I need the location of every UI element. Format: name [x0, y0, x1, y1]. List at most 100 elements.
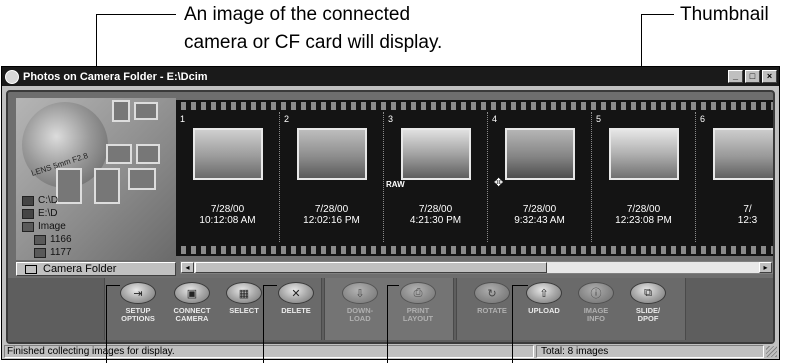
frame-time: 9:32:43 AM — [514, 215, 565, 226]
scroll-thumb[interactable] — [195, 262, 547, 273]
app-icon[interactable] — [5, 69, 19, 84]
move-cursor-icon: ✥ — [494, 177, 504, 189]
frame-number: 3 — [388, 114, 394, 124]
info-icon: ⓘ — [578, 282, 614, 304]
callout-camera-image-line1: An image of the connected — [184, 4, 411, 25]
printer-icon: ⎙ — [400, 282, 436, 304]
camera-folder-label: Camera Folder — [43, 263, 117, 275]
print-layout-button[interactable]: ⎙ PRINT LAYOUT — [392, 282, 444, 338]
camera-thumb-7 — [128, 168, 156, 190]
tree-item[interactable]: C:\D — [22, 194, 72, 207]
tree-item[interactable]: 1166 — [22, 233, 72, 246]
close-button[interactable]: × — [762, 70, 777, 83]
slide-dpof-button[interactable]: ⧉ SLIDE/ DPOF — [622, 282, 674, 338]
image-info-label: IMAGE INFO — [583, 306, 609, 323]
download-button[interactable]: ⇩ DOWN- LOAD — [334, 282, 386, 338]
filmstrip-scrollbar[interactable]: ◂ ▸ — [180, 261, 773, 274]
tree-item-label: C:\D — [38, 195, 58, 206]
image-info-button[interactable]: ⓘ IMAGE INFO — [570, 282, 622, 338]
tree-item[interactable]: Image — [22, 220, 72, 233]
maximize-button[interactable]: □ — [745, 70, 760, 83]
pointer-line-upload-h — [512, 285, 528, 286]
scroll-left-arrow[interactable]: ◂ — [181, 262, 194, 273]
drive-icon — [22, 208, 34, 219]
folder-icon — [22, 221, 34, 232]
window-title: Photos on Camera Folder - E:\Dcim — [23, 70, 208, 83]
frame-date: 7/28/00 — [210, 204, 245, 215]
slide-dpof-label: SLIDE/ DPOF — [635, 306, 661, 323]
thumbnail-image[interactable] — [401, 128, 471, 180]
minimize-button[interactable]: _ — [728, 70, 743, 83]
status-bar: Finished collecting images for display. … — [2, 344, 779, 359]
action-toolbar: ⇥ SETUP OPTIONS ▣ CONNECT CAMERA ▦ SELEC… — [8, 278, 773, 342]
camera-folder-button[interactable]: Camera Folder — [16, 262, 176, 276]
thumbnail-frame[interactable]: 2 7/28/00 12:02:16 PM — [280, 112, 384, 242]
camera-thumb-3 — [106, 144, 132, 164]
rotate-button[interactable]: ↻ ROTATE — [466, 282, 518, 338]
callout-camera-image-line2: camera or CF card will display. — [184, 32, 443, 53]
tree-item[interactable]: E:\D — [22, 207, 72, 220]
pointer-line-delete — [263, 285, 264, 363]
tree-item-label: 1166 — [50, 234, 72, 245]
thumbnail-image[interactable] — [297, 128, 367, 180]
connect-camera-button[interactable]: ▣ CONNECT CAMERA — [166, 282, 218, 338]
callout-line-camera-h — [96, 14, 176, 15]
delete-label: DELETE — [281, 306, 311, 315]
raw-badge: RAW — [386, 180, 405, 189]
thumbnail-image[interactable] — [713, 128, 773, 180]
status-message: Finished collecting images for display. — [4, 345, 534, 358]
setup-icon: ⇥ — [120, 282, 156, 304]
rotate-icon: ↻ — [474, 282, 510, 304]
folder-icon — [34, 234, 46, 245]
folder-icon — [25, 264, 37, 274]
thumbnail-image[interactable] — [609, 128, 679, 180]
frame-date: 7/28/00 — [626, 204, 661, 215]
connect-camera-label: CONNECT CAMERA — [173, 306, 211, 323]
callout-line-thumbnail-h — [641, 14, 674, 15]
tree-item[interactable]: 1177 — [22, 246, 72, 259]
delete-button[interactable]: ✕ DELETE — [270, 282, 322, 338]
scroll-right-arrow[interactable]: ▸ — [759, 262, 772, 273]
frame-date: 7/ — [743, 204, 752, 215]
camera-thumb-2 — [134, 102, 158, 120]
thumbnail-frame[interactable]: 4 ✥ 7/28/00 9:32:43 AM — [488, 112, 592, 242]
upload-button[interactable]: ⇧ UPLOAD — [518, 282, 570, 338]
image-count: Total: 8 images — [536, 345, 764, 358]
thumbnail-frame[interactable]: 3 RAW 7/28/00 4:21:30 PM — [384, 112, 488, 242]
frame-date: 7/28/00 — [418, 204, 453, 215]
camera-icon: ▣ — [174, 282, 210, 304]
frame-time: 12:23:08 PM — [615, 215, 672, 226]
setup-options-button[interactable]: ⇥ SETUP OPTIONS — [112, 282, 164, 338]
callout-thumbnail: Thumbnail — [680, 4, 769, 25]
frame-time: 4:21:30 PM — [409, 215, 462, 226]
pointer-line-setup — [106, 285, 107, 363]
frame-number: 2 — [284, 114, 290, 124]
thumbnail-frame[interactable]: 1 7/28/00 10:12:08 AM — [176, 112, 280, 242]
sprocket-strip-top — [176, 102, 773, 110]
frame-number: 6 — [700, 114, 706, 124]
camera-thumb-6 — [94, 168, 120, 204]
thumbnail-frame[interactable]: 6 7/ 12:3 — [696, 112, 773, 242]
folder-icon — [34, 247, 46, 258]
thumbnail-image[interactable] — [193, 128, 263, 180]
filmstrip: 1 7/28/00 10:12:08 AM 2 7/28/00 12:02:16… — [176, 100, 773, 256]
drive-icon — [22, 195, 34, 206]
frame-time: 10:12:08 AM — [199, 215, 256, 226]
camera-folder-window: Photos on Camera Folder - E:\Dcim _ □ × … — [1, 66, 780, 360]
delete-icon: ✕ — [278, 282, 314, 304]
folder-tree: C:\D E:\D Image 1166 1177 — [22, 194, 72, 259]
frame-date: 7/28/00 — [314, 204, 349, 215]
resize-grip-icon[interactable] — [766, 346, 777, 357]
upload-label: UPLOAD — [528, 306, 560, 315]
setup-options-label: SETUP OPTIONS — [121, 306, 155, 323]
download-label: DOWN- LOAD — [346, 306, 374, 323]
frame-number: 5 — [596, 114, 602, 124]
rotate-label: ROTATE — [477, 306, 507, 315]
slideshow-icon: ⧉ — [630, 282, 666, 304]
thumbnail-image[interactable] — [505, 128, 575, 180]
pointer-line-setup-h — [106, 285, 120, 286]
thumbnail-frame[interactable]: 5 7/28/00 12:23:08 PM — [592, 112, 696, 242]
upload-icon: ⇧ — [526, 282, 562, 304]
frame-number: 1 — [180, 114, 186, 124]
main-frame: LENS 5mm F2.8 C:\D E:\D Image 1166 1177 … — [6, 90, 775, 344]
